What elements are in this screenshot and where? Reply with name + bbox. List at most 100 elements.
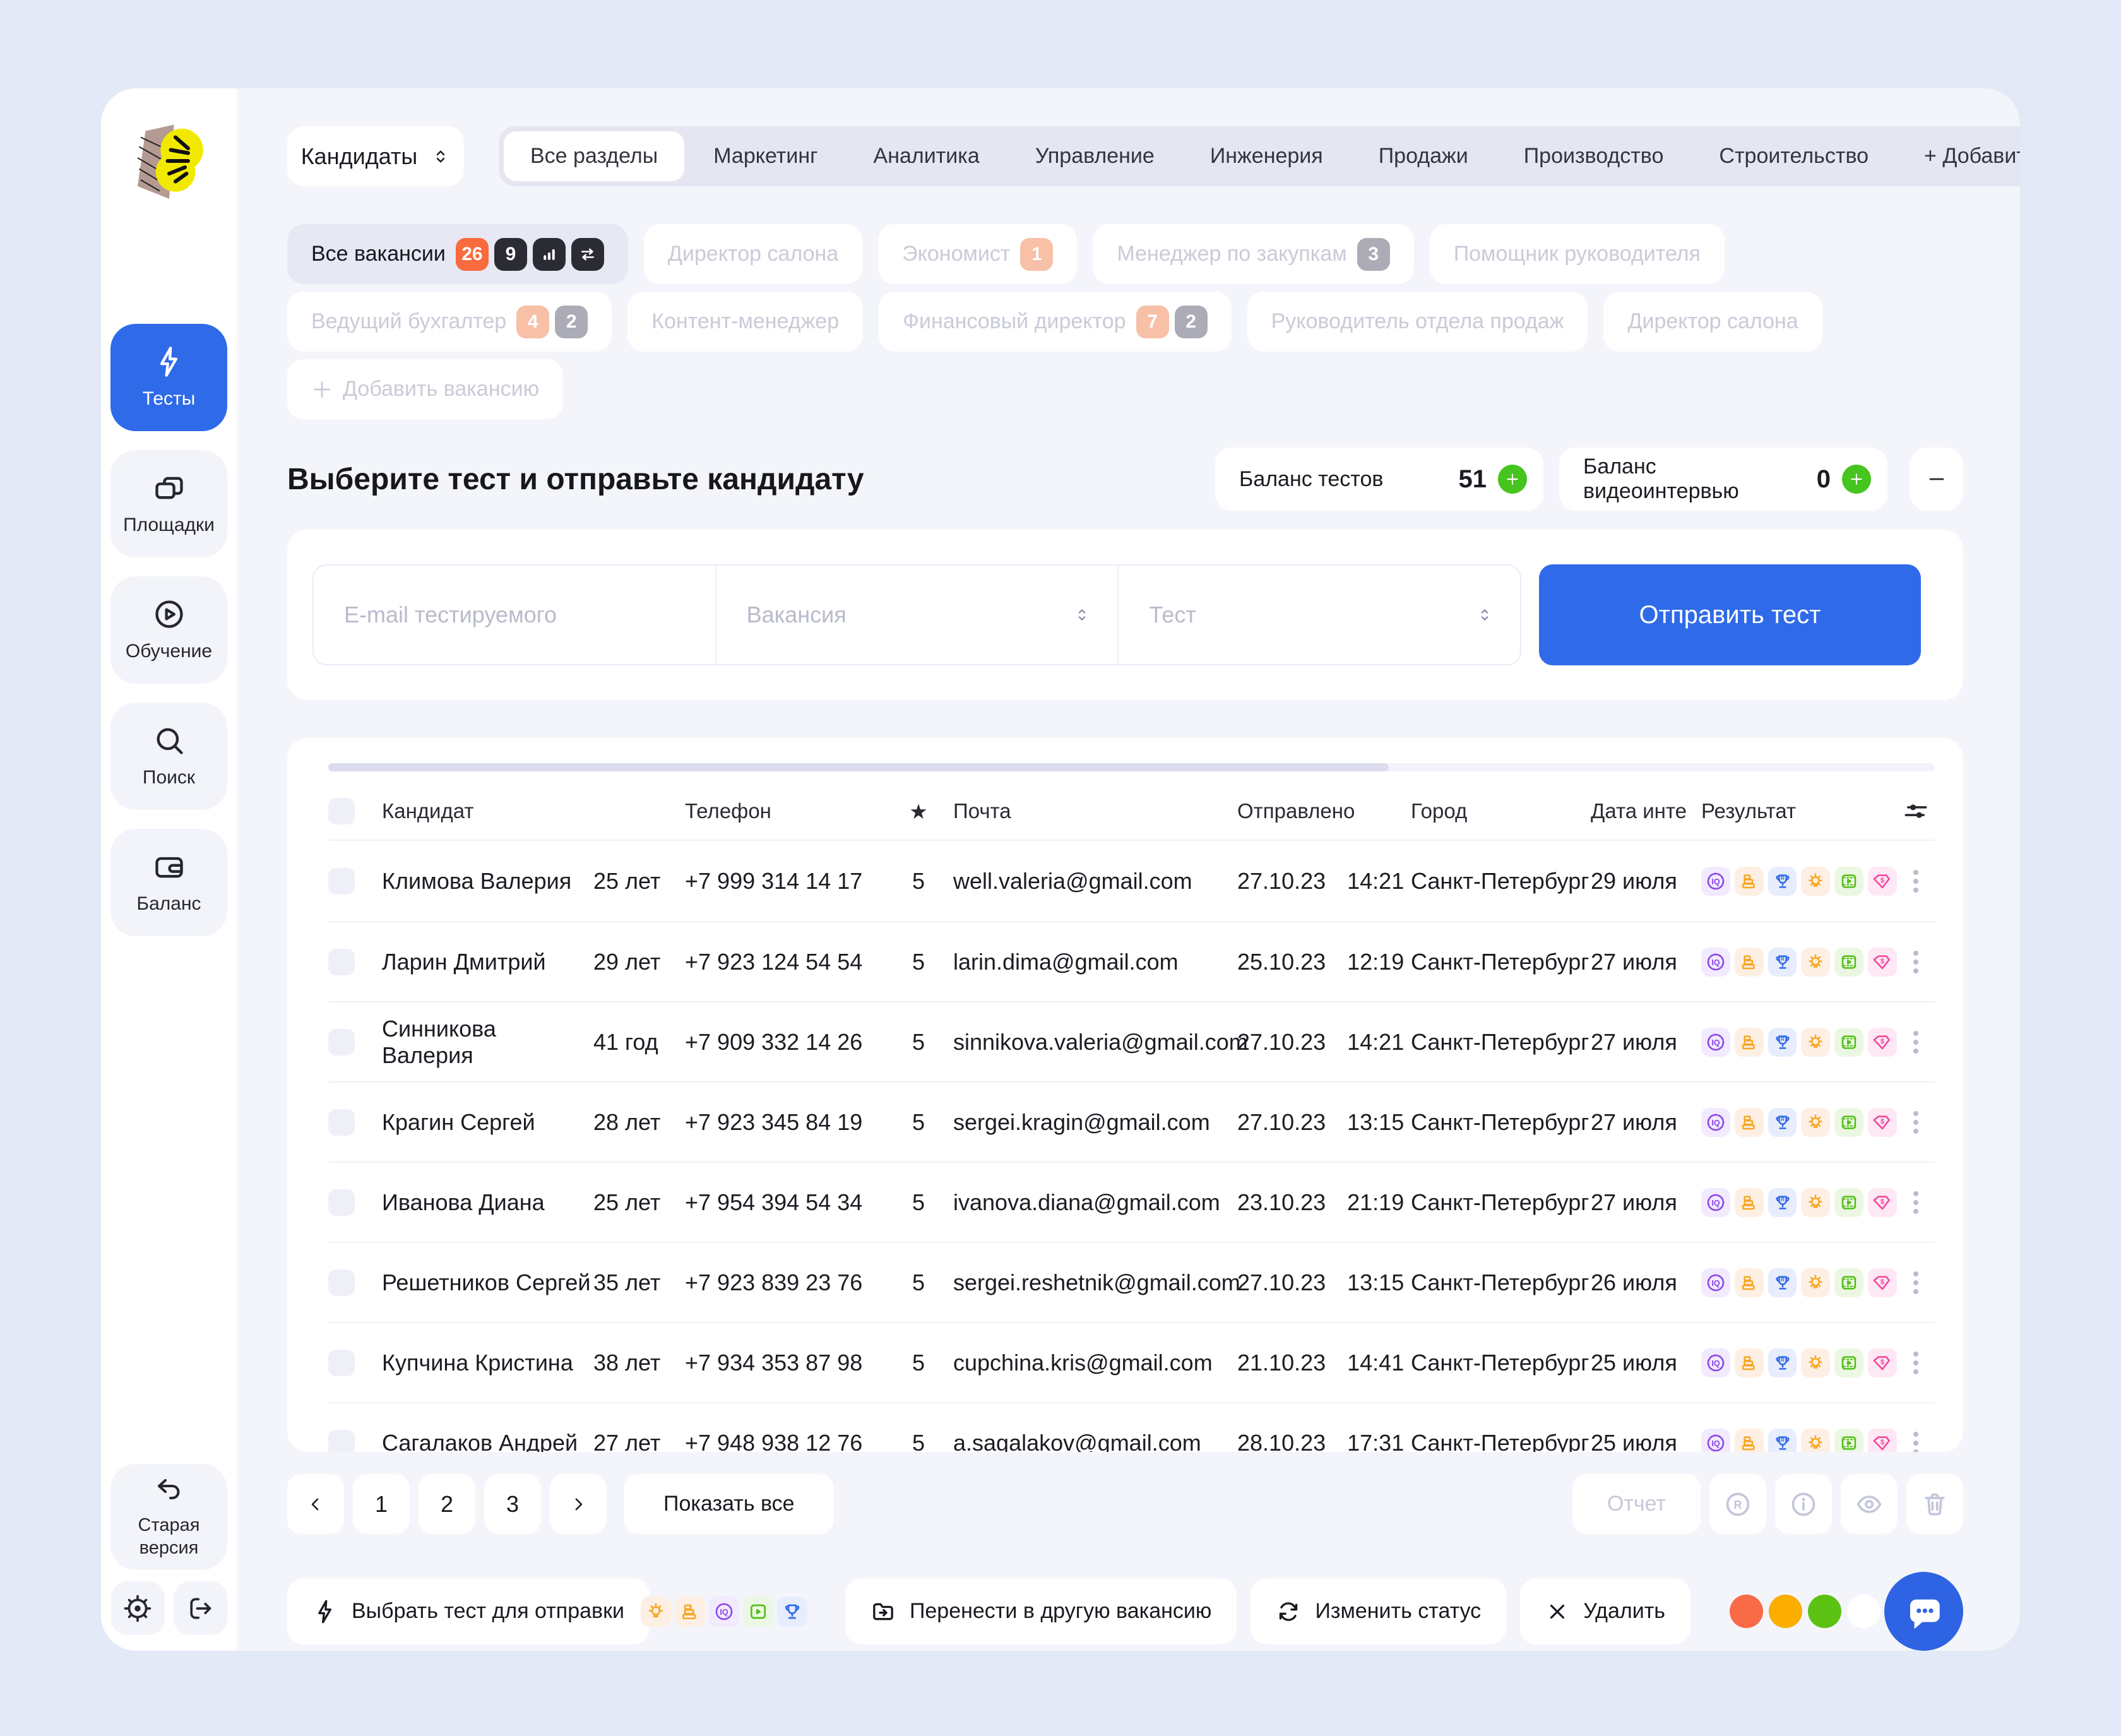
salary-diamond-icon[interactable]: $: [1868, 867, 1897, 896]
swap-arrows-icon[interactable]: [571, 238, 604, 271]
select-test-button[interactable]: Выбрать тест для отправки: [287, 1578, 650, 1644]
tab[interactable]: Строительство: [1692, 131, 1895, 181]
sidebar-item-tests[interactable]: Тесты: [110, 324, 227, 431]
score-bars-icon[interactable]: [1735, 867, 1764, 896]
video-interview-icon[interactable]: [1834, 1348, 1863, 1377]
add-vacancy-chip[interactable]: Добавить вакансию: [287, 359, 563, 419]
scrollbar-thumb[interactable]: [328, 763, 1389, 771]
tab[interactable]: Все разделы: [504, 131, 684, 181]
score-bars-icon[interactable]: [1735, 1268, 1764, 1297]
vacancy-chip[interactable]: Менеджер по закупкам 3: [1093, 224, 1413, 284]
add-balance-button[interactable]: [1842, 465, 1871, 494]
row-checkbox[interactable]: [328, 1029, 355, 1055]
score-bars-icon[interactable]: [1735, 1028, 1764, 1057]
video-interview-icon[interactable]: [1834, 948, 1863, 977]
score-bars-icon[interactable]: [675, 1596, 705, 1627]
change-status-button[interactable]: Изменить статус: [1251, 1578, 1506, 1644]
row-menu-kebab[interactable]: [1913, 1191, 1918, 1214]
tab[interactable]: Маркетинг: [687, 131, 844, 181]
page-number-button[interactable]: 1: [353, 1474, 410, 1534]
score-bars-icon[interactable]: [1735, 1188, 1764, 1217]
email-input[interactable]: [344, 602, 685, 628]
score-bars-icon[interactable]: [1735, 948, 1764, 977]
trophy-icon[interactable]: R: [1768, 1348, 1797, 1377]
retake-button[interactable]: R: [1709, 1474, 1766, 1534]
status-dot[interactable]: [1730, 1595, 1763, 1628]
tab[interactable]: Управление: [1009, 131, 1181, 181]
trophy-icon[interactable]: [777, 1596, 807, 1627]
vacancy-chip[interactable]: Ведущий бухгалтер 42: [287, 292, 612, 352]
iq-brain-icon[interactable]: IQ: [1701, 1108, 1730, 1137]
row-menu-kebab[interactable]: [1913, 1352, 1918, 1374]
salary-diamond-icon[interactable]: $: [1868, 1028, 1897, 1057]
salary-diamond-icon[interactable]: $: [1868, 1108, 1897, 1137]
tab[interactable]: Продажи: [1352, 131, 1495, 181]
table-row[interactable]: Синникова Валерия 41 год +7 909 332 14 2…: [328, 1001, 1935, 1081]
report-button[interactable]: Отчет: [1572, 1474, 1701, 1534]
lightbulb-icon[interactable]: [1801, 948, 1830, 977]
tab[interactable]: Производство: [1497, 131, 1690, 181]
delete-rows-button[interactable]: [1906, 1474, 1963, 1534]
row-menu-kebab[interactable]: [1913, 951, 1918, 973]
lightbulb-icon[interactable]: [641, 1596, 671, 1627]
iq-brain-icon[interactable]: IQ: [709, 1596, 739, 1627]
tab[interactable]: + Добавить: [1898, 131, 2020, 181]
collapse-section-button[interactable]: [1910, 448, 1963, 511]
trophy-icon[interactable]: R: [1768, 1429, 1797, 1452]
iq-brain-icon[interactable]: IQ: [1701, 1348, 1730, 1377]
row-checkbox[interactable]: [328, 868, 355, 895]
entity-selector[interactable]: Кандидаты: [287, 126, 464, 186]
video-interview-icon[interactable]: [1834, 1429, 1863, 1452]
status-dot[interactable]: [1769, 1595, 1802, 1628]
iq-brain-icon[interactable]: IQ: [1701, 1028, 1730, 1057]
send-test-button[interactable]: Отправить тест: [1539, 564, 1921, 665]
trophy-icon[interactable]: R: [1768, 948, 1797, 977]
tab[interactable]: Аналитика: [847, 131, 1006, 181]
vacancy-chip[interactable]: Руководитель отдела продаж: [1247, 292, 1588, 352]
iq-brain-icon[interactable]: IQ: [1701, 948, 1730, 977]
video-interview-icon[interactable]: [1834, 1108, 1863, 1137]
table-row[interactable]: Иванова Диана 25 лет +7 954 394 54 34 5 …: [328, 1162, 1935, 1242]
iq-brain-icon[interactable]: IQ: [1701, 867, 1730, 896]
row-menu-kebab[interactable]: [1913, 1031, 1918, 1054]
select-all-checkbox[interactable]: [328, 798, 355, 824]
test-select[interactable]: Тест: [1117, 566, 1520, 664]
table-row[interactable]: Ларин Дмитрий 29 лет +7 923 124 54 54 5 …: [328, 921, 1935, 1001]
status-dot[interactable]: [1808, 1595, 1841, 1628]
view-button[interactable]: [1841, 1474, 1898, 1534]
score-bars-icon[interactable]: [1735, 1429, 1764, 1452]
lightbulb-icon[interactable]: [1801, 1188, 1830, 1217]
table-row[interactable]: Решетников Сергей 35 лет +7 923 839 23 7…: [328, 1242, 1935, 1322]
salary-diamond-icon[interactable]: $: [1868, 1348, 1897, 1377]
trophy-icon[interactable]: R: [1768, 1268, 1797, 1297]
vacancy-chip[interactable]: Помощник руководителя: [1430, 224, 1725, 284]
support-chat-button[interactable]: [1884, 1572, 1963, 1651]
trophy-icon[interactable]: R: [1768, 1108, 1797, 1137]
row-menu-kebab[interactable]: [1913, 1432, 1918, 1452]
table-row[interactable]: Купчина Кристина 38 лет +7 934 353 87 98…: [328, 1322, 1935, 1402]
info-button[interactable]: [1775, 1474, 1832, 1534]
video-interview-icon[interactable]: [1834, 1188, 1863, 1217]
table-row[interactable]: Крагин Сергей 28 лет +7 923 345 84 19 5 …: [328, 1081, 1935, 1162]
trophy-icon[interactable]: R: [1768, 1188, 1797, 1217]
table-row[interactable]: Сагалаков Андрей 27 лет +7 948 938 12 76…: [328, 1402, 1935, 1452]
row-checkbox[interactable]: [328, 1269, 355, 1296]
lightbulb-icon[interactable]: [1801, 1028, 1830, 1057]
add-balance-button[interactable]: [1498, 465, 1527, 494]
salary-diamond-icon[interactable]: $: [1868, 1188, 1897, 1217]
vacancy-select[interactable]: Вакансия: [715, 566, 1118, 664]
sidebar-item-platforms[interactable]: Площадки: [110, 450, 227, 557]
vacancy-chip[interactable]: Экономист 1: [878, 224, 1077, 284]
vacancy-chip-all[interactable]: Все вакансии 26 9: [287, 224, 628, 284]
logout-button[interactable]: [174, 1581, 227, 1635]
next-page-button[interactable]: [550, 1474, 607, 1534]
vacancy-chip[interactable]: Финансовый директор 72: [879, 292, 1231, 352]
vacancy-chip[interactable]: Директор салона: [1603, 292, 1822, 352]
row-menu-kebab[interactable]: [1913, 1271, 1918, 1294]
sidebar-item-search[interactable]: Поиск: [110, 703, 227, 810]
page-number-button[interactable]: 2: [419, 1474, 475, 1534]
video-interview-icon[interactable]: [743, 1596, 773, 1627]
row-checkbox[interactable]: [328, 949, 355, 975]
show-all-button[interactable]: Показать все: [624, 1474, 834, 1534]
row-checkbox[interactable]: [328, 1350, 355, 1376]
